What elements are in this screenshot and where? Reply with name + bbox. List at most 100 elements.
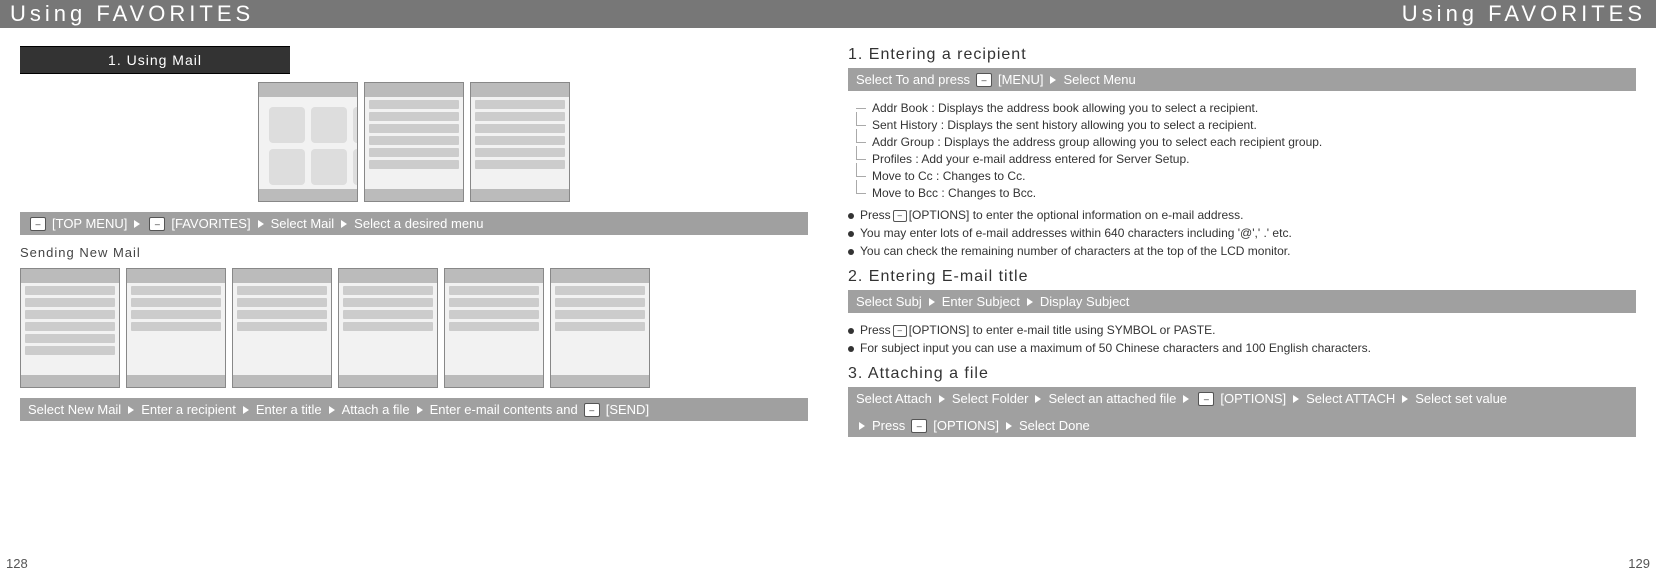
label: Addr Book : Displays the address book al… (872, 101, 1258, 115)
arrow-icon (341, 220, 347, 228)
label: [FAVORITES] (171, 216, 250, 231)
arrow-icon (1402, 395, 1408, 403)
arrow-icon (329, 406, 335, 414)
screenshot-thumbnail (20, 268, 120, 388)
label: Enter e-mail contents and (430, 402, 578, 417)
menu-tree: Addr Book : Displays the address book al… (848, 101, 1636, 200)
page-header-left: Using FAVORITES (0, 0, 828, 28)
label: [OPTIONS] to enter the optional informat… (909, 208, 1244, 222)
section-title-entering-recipient: 1. Entering a recipient (848, 46, 1636, 64)
arrow-icon (243, 406, 249, 414)
arrow-icon (417, 406, 423, 414)
screenshot-thumbnail (126, 268, 226, 388)
menu-key-icon: – (149, 217, 165, 231)
label: Select Done (1019, 418, 1090, 433)
label: Attach a file (342, 402, 410, 417)
screenshot-thumbnail (444, 268, 544, 388)
label: [OPTIONS] (933, 418, 999, 433)
page-number-left: 128 (6, 556, 28, 571)
label: Select New Mail (28, 402, 121, 417)
tree-item-addr-book: Addr Book : Displays the address book al… (848, 101, 1636, 115)
page-right: Using FAVORITES 1. Entering a recipient … (828, 0, 1656, 577)
label: Select ATTACH (1306, 391, 1395, 406)
tree-item-sent-history: Sent History : Displays the sent history… (848, 118, 1636, 132)
screenshot-thumbnail (550, 268, 650, 388)
label: Press (860, 323, 891, 337)
label: Select Folder (952, 391, 1029, 406)
menu-key-icon: – (1198, 392, 1214, 406)
label: [SEND] (606, 402, 649, 417)
bullet-list-s1: Press–[OPTIONS] to enter the optional in… (848, 208, 1636, 258)
arrow-icon (128, 406, 134, 414)
page-header-right: Using FAVORITES (828, 0, 1656, 28)
arrow-icon (929, 298, 935, 306)
label: Enter a title (256, 402, 322, 417)
label: Select Mail (271, 216, 335, 231)
label: Enter Subject (942, 294, 1020, 309)
screenshot-thumbnail (364, 82, 464, 202)
bullet-item: You may enter lots of e-mail addresses w… (848, 226, 1636, 240)
label: Display Subject (1040, 294, 1130, 309)
bullet-list-s2: Press–[OPTIONS] to enter e-mail title us… (848, 323, 1636, 355)
tree-item-addr-group: Addr Group : Displays the address group … (848, 135, 1636, 149)
label: Move to Cc : Changes to Cc. (872, 169, 1025, 183)
section-title-attaching-file: 3. Attaching a file (848, 365, 1636, 383)
label: Select a desired menu (354, 216, 483, 231)
label: Profiles : Add your e-mail address enter… (872, 152, 1190, 166)
label: Select Attach (856, 391, 932, 406)
label: Select an attached file (1048, 391, 1176, 406)
screenshot-thumbnail (258, 82, 358, 202)
label: You can check the remaining number of ch… (860, 244, 1290, 258)
bullet-item: Press–[OPTIONS] to enter the optional in… (848, 208, 1636, 222)
arrow-icon (1293, 395, 1299, 403)
menu-key-icon: – (976, 73, 992, 87)
bullet-item: For subject input you can use a maximum … (848, 341, 1636, 355)
arrow-icon (258, 220, 264, 228)
bullet-item: Press–[OPTIONS] to enter e-mail title us… (848, 323, 1636, 337)
arrow-icon (1183, 395, 1189, 403)
label: [TOP MENU] (52, 216, 127, 231)
menu-key-icon: – (893, 210, 907, 222)
label: Move to Bcc : Changes to Bcc. (872, 186, 1036, 200)
arrow-icon (859, 422, 865, 430)
label: [OPTIONS] (1220, 391, 1286, 406)
tree-item-move-cc: Move to Cc : Changes to Cc. (848, 169, 1636, 183)
tree-item-profiles: Profiles : Add your e-mail address enter… (848, 152, 1636, 166)
label: Addr Group : Displays the address group … (872, 135, 1322, 149)
instruction-bar-select-subj: Select Subj Enter Subject Display Subjec… (848, 290, 1636, 313)
arrow-icon (1006, 422, 1012, 430)
label: Sent History : Displays the sent history… (872, 118, 1257, 132)
label: [MENU] (998, 72, 1044, 87)
label: Enter a recipient (141, 402, 236, 417)
menu-key-icon: – (584, 403, 600, 417)
label: You may enter lots of e-mail addresses w… (860, 226, 1292, 240)
label: Press (860, 208, 891, 222)
arrow-icon (1050, 76, 1056, 84)
label: Select Menu (1063, 72, 1135, 87)
arrow-icon (939, 395, 945, 403)
label: Select set value (1415, 391, 1507, 406)
bullet-item: You can check the remaining number of ch… (848, 244, 1636, 258)
arrow-icon (134, 220, 140, 228)
instruction-bar-attach: Select Attach Select Folder Select an at… (848, 387, 1636, 437)
label: Select Subj (856, 294, 922, 309)
subheading-sending-new-mail: Sending New Mail (20, 245, 808, 260)
page-number-right: 129 (1628, 556, 1650, 571)
instruction-bar-top-menu: – [TOP MENU] – [FAVORITES] Select Mail S… (20, 212, 808, 235)
label: For subject input you can use a maximum … (860, 341, 1371, 355)
arrow-icon (1027, 298, 1033, 306)
instruction-bar-new-mail: Select New Mail Enter a recipient Enter … (20, 398, 808, 421)
section-title-email-title: 2. Entering E-mail title (848, 268, 1636, 286)
arrow-icon (1035, 395, 1041, 403)
section-tab-using-mail: 1. Using Mail (20, 46, 290, 74)
menu-key-icon: – (911, 419, 927, 433)
screenshots-row-2 (20, 268, 808, 388)
page-left: Using FAVORITES 1. Using Mail – [TOP MEN… (0, 0, 828, 577)
instruction-bar-select-to: Select To and press – [MENU] Select Menu (848, 68, 1636, 91)
label: [OPTIONS] to enter e-mail title using SY… (909, 323, 1216, 337)
label: Select To and press (856, 72, 970, 87)
label: Press (872, 418, 905, 433)
tree-item-move-bcc: Move to Bcc : Changes to Bcc. (848, 186, 1636, 200)
screenshot-thumbnail (338, 268, 438, 388)
screenshot-thumbnail (470, 82, 570, 202)
